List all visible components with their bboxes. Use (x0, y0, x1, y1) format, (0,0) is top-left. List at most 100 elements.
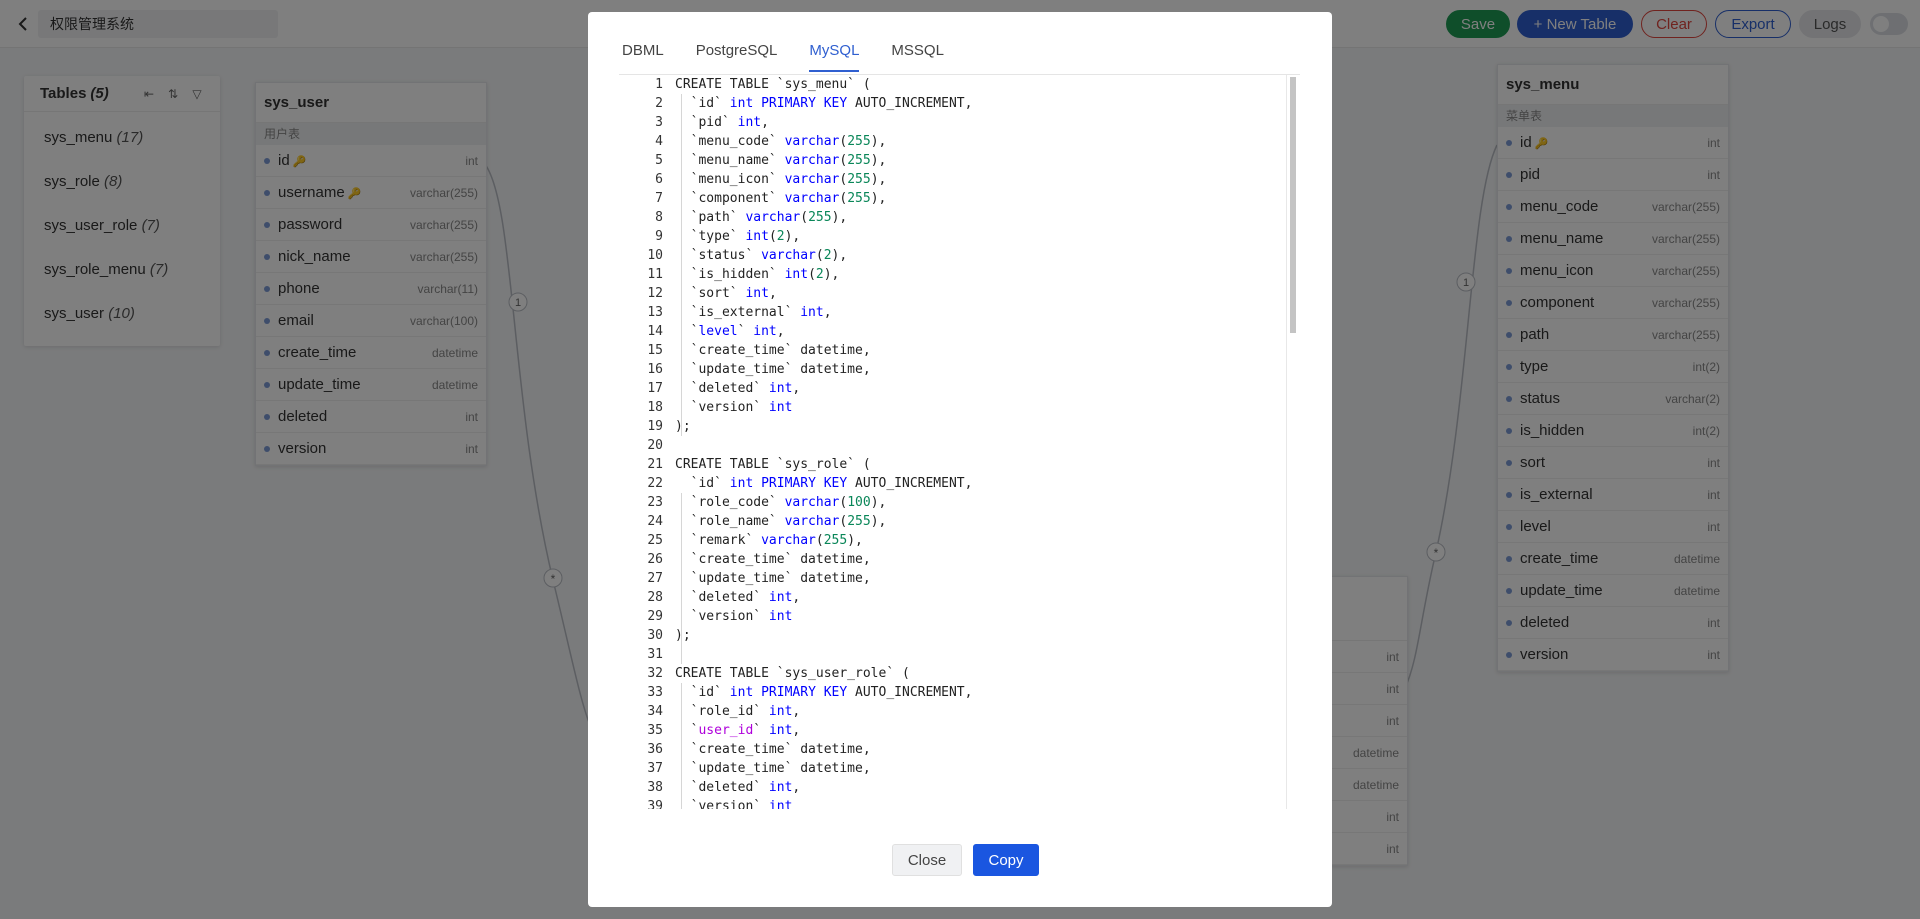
code-token: ( (808, 267, 816, 282)
code-content[interactable]: CREATE TABLE `sys_menu` ( `id` int PRIMA… (675, 75, 1287, 809)
code-line: `type` int(2), (675, 227, 1287, 246)
tab-postgresql[interactable]: PostgreSQL (696, 40, 778, 72)
code-line: `deleted` int, (675, 588, 1287, 607)
line-number: 17 (647, 381, 663, 396)
code-token: varchar (784, 514, 840, 529)
code-token: `update_time` datetime, (675, 362, 871, 377)
close-button[interactable]: Close (892, 844, 962, 876)
code-token: `type` (675, 229, 746, 244)
code-token: 255 (847, 134, 871, 149)
code-line: `status` varchar(2), (675, 246, 1287, 265)
code-token: int PRIMARY KEY (729, 96, 848, 111)
line-number: 34 (647, 704, 663, 719)
line-number: 7 (655, 191, 663, 206)
code-token: int (737, 115, 762, 130)
code-token: ), (870, 514, 887, 529)
line-number: 6 (655, 172, 663, 187)
line-number: 22 (647, 476, 663, 491)
code-token: `menu_code` (675, 134, 785, 149)
code-token: `version` (675, 609, 769, 624)
code-line: `sort` int, (675, 284, 1287, 303)
code-token: `menu_name` (675, 153, 785, 168)
tab-dbml[interactable]: DBML (622, 40, 664, 72)
code-token: level (698, 324, 738, 339)
code-token: ); (675, 628, 691, 643)
code-token: ( (815, 248, 824, 263)
code-token: `update_time` datetime, (675, 571, 871, 586)
code-token: varchar (745, 210, 801, 225)
code-line: `user_id` int, (675, 721, 1287, 740)
code-line: `path` varchar(255), (675, 208, 1287, 227)
line-number: 35 (647, 723, 663, 738)
code-line: `is_hidden` int(2), (675, 265, 1287, 284)
code-line: CREATE TABLE `sys_menu` ( (675, 75, 1287, 94)
code-token: 2 (776, 229, 785, 244)
code-line: `role_code` varchar(100), (675, 493, 1287, 512)
tab-mssql[interactable]: MSSQL (891, 40, 944, 72)
editor-scrollbar-thumb[interactable] (1290, 77, 1296, 333)
code-token: `remark` (675, 533, 762, 548)
line-number: 31 (647, 647, 663, 662)
line-number: 24 (647, 514, 663, 529)
code-editor[interactable]: 1 2 3 4 5 6 7 8 9 10 11 12 13 14 15 16 17 18 19 20 21 22 23 24 2… (619, 74, 1300, 809)
code-token: , (792, 780, 801, 795)
code-line: `remark` varchar(255), (675, 531, 1287, 550)
code-token: ), (847, 533, 863, 548)
code-token: `status` (675, 248, 762, 263)
line-number: 11 (647, 267, 663, 282)
code-token: `update_time` datetime, (675, 761, 871, 776)
code-token: `is_external` (675, 305, 801, 320)
code-token: ` (753, 723, 769, 738)
code-token: varchar (761, 533, 816, 548)
code-token: ), (870, 495, 887, 510)
code-token: , (792, 590, 801, 605)
code-token: 255 (847, 191, 871, 206)
line-number: 36 (647, 742, 663, 757)
code-token: CREATE TABLE `sys_role` ( (675, 457, 871, 472)
code-line: ); (675, 417, 1287, 436)
line-number: 30 (647, 628, 663, 643)
code-line: `version` int (675, 398, 1287, 417)
line-number: 28 (647, 590, 663, 605)
line-number: 21 (647, 457, 663, 472)
code-token: AUTO_INCREMENT, (847, 685, 973, 700)
code-line: `role_id` int, (675, 702, 1287, 721)
code-token: `role_code` (675, 495, 785, 510)
code-line: `create_time` datetime, (675, 550, 1287, 569)
line-number: 16 (647, 362, 663, 377)
code-token: int (768, 609, 793, 624)
line-number: 10 (647, 248, 663, 263)
line-number: 5 (655, 153, 663, 168)
dialect-tabs: DBML PostgreSQL MySQL MSSQL (622, 40, 944, 72)
line-number: 9 (655, 229, 663, 244)
line-number: 15 (647, 343, 663, 358)
copy-button[interactable]: Copy (973, 844, 1039, 876)
editor-scrollbar[interactable] (1286, 75, 1300, 809)
code-line: `id` int PRIMARY KEY AUTO_INCREMENT, (675, 94, 1287, 113)
code-token: int (800, 305, 824, 320)
code-token: int (768, 381, 793, 396)
code-token: `id` (675, 96, 730, 111)
code-token: CREATE TABLE `sys_user_role` ( (675, 666, 910, 681)
code-token: , (792, 381, 801, 396)
code-line: `version` int (675, 607, 1287, 626)
line-number: 33 (647, 685, 663, 700)
code-token: ), (870, 153, 887, 168)
line-number: 14 (647, 324, 663, 339)
line-number: 38 (647, 780, 663, 795)
code-line: `update_time` datetime, (675, 569, 1287, 588)
code-token: int PRIMARY KEY (729, 685, 848, 700)
code-token: , (776, 324, 785, 339)
code-token: , (792, 723, 801, 738)
tab-mysql[interactable]: MySQL (809, 40, 860, 72)
code-token: `path` (675, 210, 746, 225)
code-line: `level` int, (675, 322, 1287, 341)
line-number: 8 (655, 210, 663, 225)
code-token: ), (831, 248, 848, 263)
line-number: 1 (655, 77, 663, 92)
code-token: ` (737, 324, 754, 339)
code-token: int (753, 324, 777, 339)
code-token: 255 (847, 514, 871, 529)
code-line: `deleted` int, (675, 379, 1287, 398)
